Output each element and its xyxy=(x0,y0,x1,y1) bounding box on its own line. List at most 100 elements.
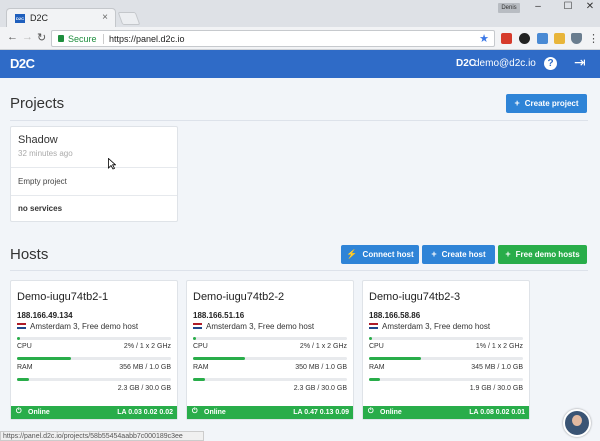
ram-bar xyxy=(17,357,171,360)
browser-status-url: https://panel.d2c.io/projects/58b55454aa… xyxy=(0,431,204,441)
extension-red-icon[interactable] xyxy=(501,33,512,44)
ram-bar xyxy=(193,357,347,360)
tab-title: D2C xyxy=(30,13,49,23)
projects-title: Projects xyxy=(10,95,65,112)
profile-badge[interactable]: Denis xyxy=(498,3,520,13)
create-project-button[interactable]: + Create project xyxy=(506,94,587,113)
cpu-bar-fill xyxy=(193,337,197,340)
disk-bar-fill xyxy=(369,378,380,381)
extension-yellow-icon[interactable] xyxy=(554,33,565,44)
netherlands-flag-icon xyxy=(193,323,202,329)
d2c-favicon-icon: D2C xyxy=(15,14,25,23)
free-demo-hosts-button[interactable]: + Free demo hosts xyxy=(498,245,587,264)
user-email[interactable]: demo@d2c.io xyxy=(474,58,536,69)
netherlands-flag-icon xyxy=(369,323,378,329)
extension-shield-icon[interactable] xyxy=(571,33,582,44)
bookmark-star-icon[interactable]: ★ xyxy=(479,32,489,45)
logout-icon[interactable]: ⇥ xyxy=(574,54,586,71)
ram-value: 345 MB / 1.0 GB xyxy=(471,364,523,371)
host-ip: 188.166.58.86 xyxy=(369,311,421,320)
back-icon[interactable]: ← xyxy=(7,31,18,43)
lock-icon xyxy=(58,35,64,42)
new-tab-button[interactable] xyxy=(117,12,141,25)
project-card[interactable]: Shadow 32 minutes ago Empty project no s… xyxy=(10,126,178,222)
load-average: LA 0.47 0.13 0.09 xyxy=(293,409,349,416)
host-name[interactable]: Demo-iugu74tb2-2 xyxy=(193,291,284,303)
host-status-bar: ⏻ Online LA 0.47 0.13 0.09 xyxy=(187,406,353,419)
project-time: 32 minutes ago xyxy=(18,149,73,158)
cpu-value: 1% / 1 x 2 GHz xyxy=(475,343,523,350)
power-icon: ⏻ xyxy=(192,408,198,415)
load-average: LA 0.08 0.02 0.01 xyxy=(469,409,525,416)
app-header: D2C D2C demo@d2c.io ? ⇥ xyxy=(0,50,600,78)
cpu-bar-fill xyxy=(17,337,21,340)
ram-label: RAM xyxy=(369,364,385,371)
maximize-icon[interactable]: ☐ xyxy=(558,1,578,12)
ram-label: RAM xyxy=(193,364,209,371)
ram-bar-fill xyxy=(193,357,246,360)
d2c-logo[interactable]: D2C xyxy=(10,56,35,71)
host-card[interactable]: Demo-iugu74tb2-1 188.166.49.134 Amsterda… xyxy=(10,280,178,420)
host-status: Online xyxy=(28,409,50,416)
disk-bar-fill xyxy=(193,378,206,381)
browser-tab[interactable]: D2C D2C × xyxy=(6,8,116,27)
address-bar[interactable]: Secure https://panel.d2c.io ★ xyxy=(51,30,495,47)
create-host-button[interactable]: + Create host xyxy=(422,245,495,264)
host-status: Online xyxy=(380,409,402,416)
help-icon[interactable]: ? xyxy=(544,57,557,70)
project-name[interactable]: Shadow xyxy=(18,134,58,146)
power-icon: ⏻ xyxy=(368,408,374,415)
extension-blue-icon[interactable] xyxy=(537,33,548,44)
ram-value: 356 MB / 1.0 GB xyxy=(119,364,171,371)
free-demo-hosts-label: Free demo hosts xyxy=(515,250,580,259)
minimize-icon[interactable]: – xyxy=(528,1,548,12)
window-close-icon[interactable]: ✕ xyxy=(580,1,600,12)
cpu-bar xyxy=(17,337,171,340)
forward-icon[interactable]: → xyxy=(22,31,33,43)
address-divider xyxy=(103,34,104,44)
host-card[interactable]: Demo-iugu74tb2-3 188.166.58.86 Amsterdam… xyxy=(362,280,530,420)
extension-gear-icon[interactable] xyxy=(519,33,530,44)
cpu-value: 2% / 1 x 2 GHz xyxy=(299,343,347,350)
disk-bar xyxy=(369,378,523,381)
disk-bar-fill xyxy=(17,378,30,381)
create-host-label: Create host xyxy=(441,250,486,259)
load-average: LA 0.03 0.02 0.02 xyxy=(117,409,173,416)
project-services: no services xyxy=(18,204,63,213)
host-name[interactable]: Demo-iugu74tb2-1 xyxy=(17,291,108,303)
project-description: Empty project xyxy=(18,177,67,186)
tab-close-icon[interactable]: × xyxy=(102,12,108,23)
project-divider xyxy=(11,167,177,168)
cpu-bar-fill xyxy=(369,337,373,340)
host-location: Amsterdam 3, Free demo host xyxy=(30,322,139,331)
power-icon: ⏻ xyxy=(16,408,22,415)
cpu-label: CPU xyxy=(369,343,384,350)
cpu-bar xyxy=(369,337,523,340)
browser-titlebar: D2C D2C × Denis – ☐ ✕ xyxy=(0,0,600,27)
disk-value: 2.3 GB / 30.0 GB xyxy=(117,385,171,392)
ram-bar-fill xyxy=(17,357,71,360)
support-chat-avatar[interactable] xyxy=(563,409,591,437)
browser-menu-icon[interactable]: ⋮ xyxy=(588,32,599,45)
ram-label: RAM xyxy=(17,364,33,371)
host-card[interactable]: Demo-iugu74tb2-2 188.166.51.16 Amsterdam… xyxy=(186,280,354,420)
cpu-label: CPU xyxy=(17,343,32,350)
cpu-label: CPU xyxy=(193,343,208,350)
ram-bar-fill xyxy=(369,357,422,360)
host-ip: 188.166.49.134 xyxy=(17,311,73,320)
connect-host-button[interactable]: ⚡ Connect host xyxy=(341,245,419,264)
reload-icon[interactable]: ↻ xyxy=(37,31,46,44)
url-text[interactable]: https://panel.d2c.io xyxy=(109,34,185,44)
host-status-bar: ⏻ Online LA 0.03 0.02 0.02 xyxy=(11,406,177,419)
host-name[interactable]: Demo-iugu74tb2-3 xyxy=(369,291,460,303)
host-location: Amsterdam 3, Free demo host xyxy=(382,322,491,331)
netherlands-flag-icon xyxy=(17,323,26,329)
create-project-label: Create project xyxy=(524,99,579,108)
secure-label: Secure xyxy=(68,34,97,44)
disk-value: 1.9 GB / 30.0 GB xyxy=(469,385,523,392)
projects-divider xyxy=(10,120,588,121)
disk-bar xyxy=(17,378,171,381)
host-status-bar: ⏻ Online LA 0.08 0.02 0.01 xyxy=(363,406,529,419)
disk-value: 2.3 GB / 30.0 GB xyxy=(293,385,347,392)
host-status: Online xyxy=(204,409,226,416)
